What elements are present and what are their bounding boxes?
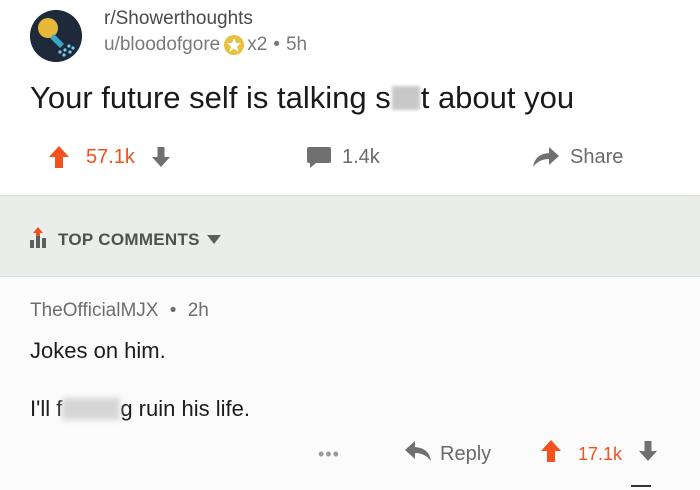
post-meta: u/bloodofgore x2 • 5h	[104, 34, 307, 56]
reply-button[interactable]: Reply	[404, 436, 491, 472]
reply-label: Reply	[440, 442, 492, 465]
meta-separator: •	[273, 34, 280, 55]
comment-body-line-1: Jokes on him.	[30, 338, 166, 363]
downvote-arrow-icon[interactable]	[151, 146, 171, 168]
comment-count: 1.4k	[342, 145, 380, 168]
award-count: x2	[247, 34, 268, 55]
post-vote-group: 57.1k	[48, 140, 171, 174]
censor-blur	[62, 398, 121, 420]
scroll-indicator	[631, 485, 651, 487]
comment-sort-bar: TOP COMMENTS	[0, 195, 700, 277]
post-title-end: t about you	[420, 80, 575, 115]
comment-score: 17.1k	[578, 443, 623, 464]
share-arrow-icon	[532, 146, 560, 168]
comment-body-line-2: I'll f g ruin his life.	[30, 396, 250, 422]
comment-line-2-start: I'll f	[30, 396, 63, 421]
comment-bubble-icon	[306, 145, 332, 169]
sort-label: TOP COMMENTS	[58, 229, 200, 249]
comment-line-2-end: g ruin his life.	[120, 396, 250, 421]
comment-age: 2h	[187, 300, 209, 321]
comments-button[interactable]: 1.4k	[306, 140, 380, 174]
sort-bars-icon	[28, 226, 52, 253]
upvote-arrow-icon[interactable]	[540, 439, 562, 469]
comment-meta: TheOfficialMJX • 2h	[30, 300, 209, 322]
share-label: Share	[570, 145, 624, 168]
sort-dropdown[interactable]: TOP COMMENTS	[28, 226, 222, 253]
comment-author[interactable]: TheOfficialMJX	[30, 300, 158, 321]
comment-card: TheOfficialMJX • 2h Jokes on him. I'll f…	[0, 278, 700, 490]
shower-avatar-icon	[30, 10, 82, 62]
post-title[interactable]: Your future self is talking s t about you	[30, 80, 574, 116]
more-options-button[interactable]: •••	[318, 436, 340, 472]
reply-arrow-icon	[404, 440, 432, 468]
caret-down-icon	[206, 230, 222, 250]
post-title-start: Your future self is talking s	[30, 80, 391, 115]
post-card: r/Showerthoughts u/bloodofgore x2 • 5h Y…	[0, 0, 700, 195]
award-icon[interactable]	[224, 35, 245, 55]
downvote-arrow-icon[interactable]	[638, 440, 658, 468]
share-button[interactable]: Share	[532, 140, 623, 174]
subreddit-name[interactable]: r/Showerthoughts	[104, 8, 253, 30]
censor-block	[391, 86, 420, 110]
meta-separator: •	[169, 300, 177, 321]
post-author[interactable]: u/bloodofgore	[104, 34, 220, 56]
subreddit-avatar[interactable]	[30, 10, 82, 62]
post-score: 57.1k	[86, 145, 135, 168]
upvote-arrow-icon[interactable]	[48, 145, 70, 169]
comment-vote-group: 17.1k	[540, 436, 658, 472]
post-age: 5h	[285, 34, 308, 55]
